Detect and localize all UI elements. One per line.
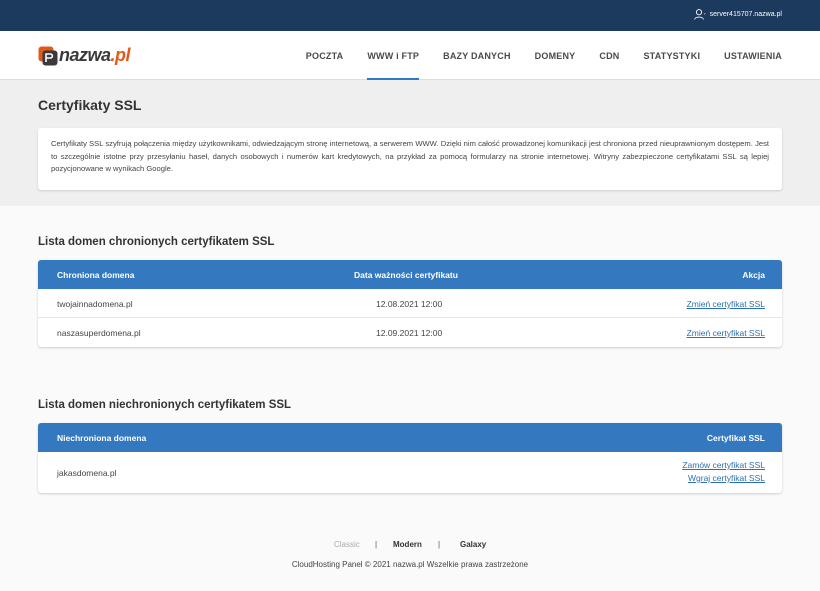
change-cert-link[interactable]: Zmień certyfikat SSL [687,328,765,338]
top-bar: server415707.nazwa.pl [0,0,820,31]
nav-poczta[interactable]: POCZTA [294,31,356,80]
table-row: twojainnadomena.pl 12.08.2021 12:00 Zmie… [38,289,782,318]
theme-separator: | [438,540,441,549]
unprotected-section-title: Lista domen niechronionych certyfikatem … [38,399,292,411]
nav-statystyki[interactable]: STATYSTYKI [631,31,712,80]
change-cert-link[interactable]: Zmień certyfikat SSL [687,299,765,309]
user-menu[interactable]: server415707.nazwa.pl [693,9,782,20]
theme-separator: | [375,540,378,549]
user-icon [693,9,706,20]
protected-section-title: Lista domen chronionych certyfikatem SSL [38,236,275,248]
column-header-action: Akcja [742,270,765,280]
unprotected-domains-table: Niechroniona domena Certyfikat SSL jakas… [38,423,782,493]
domain-cell: jakasdomena.pl [57,468,117,478]
main-navbar: nazwa.pl POCZTA WWW i FTP BAZY DANYCH DO… [0,31,820,80]
logo-text: nazwa.pl [59,45,131,65]
nav-cdn[interactable]: CDN [587,31,631,80]
logo[interactable]: nazwa.pl [38,45,131,66]
theme-classic[interactable]: Classic [334,540,360,549]
table-row: naszasuperdomena.pl 12.09.2021 12:00 Zmi… [38,318,782,347]
table-header: Niechroniona domena Certyfikat SSL [38,423,782,452]
footer-copyright: CloudHosting Panel © 2021 nazwa.pl Wszel… [291,560,529,569]
table-row: jakasdomena.pl Zamów certyfikat SSL Wgra… [38,452,782,493]
upload-cert-link[interactable]: Wgraj certyfikat SSL [688,473,765,483]
protected-domains-table: Chroniona domena Data ważności certyfika… [38,260,782,347]
logo-icon [38,46,58,65]
column-header-expiry: Data ważności certyfikatu [354,270,458,280]
domain-cell: twojainnadomena.pl [57,299,133,309]
server-name: server415707.nazwa.pl [709,11,782,18]
nav-domeny[interactable]: DOMENY [523,31,588,80]
column-header-domain: Niechroniona domena [57,433,147,443]
theme-galaxy[interactable]: Galaxy [460,540,486,549]
info-description: Certyfikaty SSL szyfrują połączenia międ… [38,128,782,190]
page-title: Certyfikaty SSL [38,97,142,113]
domain-cell: naszasuperdomena.pl [57,328,141,338]
column-header-domain: Chroniona domena [57,270,135,280]
table-header: Chroniona domena Data ważności certyfika… [38,260,782,289]
expiry-cell: 12.08.2021 12:00 [376,299,443,309]
expiry-cell: 12.09.2021 12:00 [376,328,443,338]
order-cert-link[interactable]: Zamów certyfikat SSL [682,460,765,470]
page-header: Certyfikaty SSL Certyfikaty SSL szyfrują… [0,80,820,206]
nav-www-ftp[interactable]: WWW i FTP [355,31,431,80]
nav-ustawienia[interactable]: USTAWIENIA [712,31,782,80]
theme-modern[interactable]: Modern [393,540,422,549]
column-header-cert: Certyfikat SSL [706,433,765,443]
nav-menu: POCZTA WWW i FTP BAZY DANYCH DOMENY CDN … [294,31,782,80]
nav-bazy-danych[interactable]: BAZY DANYCH [431,31,523,80]
